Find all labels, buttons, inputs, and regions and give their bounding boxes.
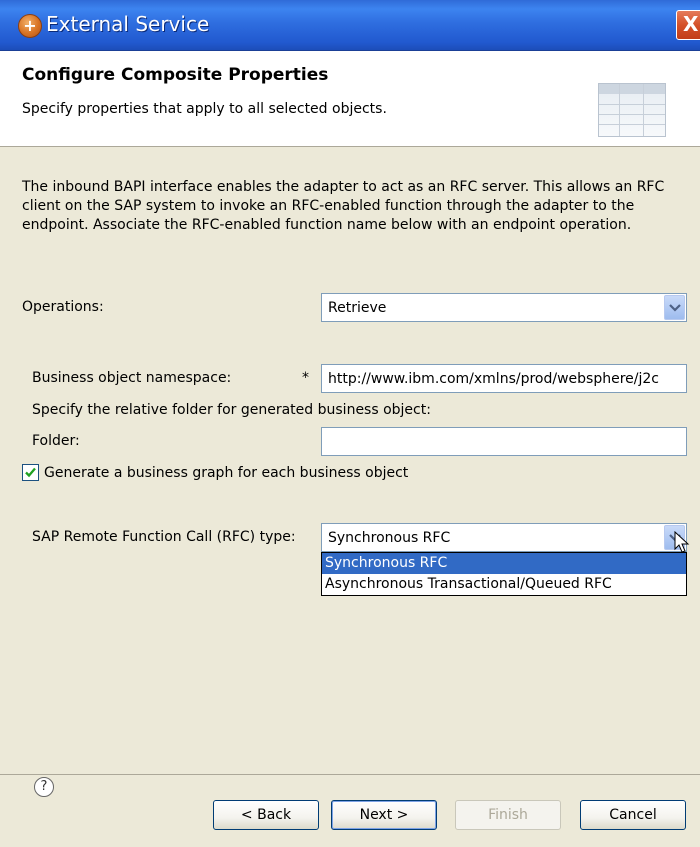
namespace-field[interactable]: http://www.ibm.com/xmlns/prod/websphere/… [321, 364, 687, 393]
business-graph-checkbox[interactable] [22, 464, 39, 481]
help-icon[interactable]: ? [34, 777, 54, 797]
table-graphic-icon [598, 83, 666, 137]
rfc-type-value: Synchronous RFC [328, 530, 451, 546]
operations-label: Operations: [22, 299, 104, 315]
folder-label: Folder: [32, 433, 80, 449]
page-title: Configure Composite Properties [22, 65, 329, 85]
next-button[interactable]: Next > [331, 800, 437, 830]
mouse-cursor-icon [674, 531, 690, 553]
folder-field[interactable] [321, 427, 687, 456]
back-button[interactable]: < Back [213, 800, 319, 830]
cancel-button[interactable]: Cancel [580, 800, 686, 830]
header-banner: Configure Composite Properties Specify p… [0, 51, 700, 147]
folder-hint: Specify the relative folder for generate… [32, 402, 431, 418]
close-button[interactable]: X [676, 10, 700, 40]
rfc-type-label: SAP Remote Function Call (RFC) type: [32, 529, 296, 545]
operations-value: Retrieve [328, 300, 387, 316]
intro-text: The inbound BAPI interface enables the a… [22, 179, 665, 233]
required-marker: * [302, 370, 309, 386]
business-graph-label[interactable]: Generate a business graph for each busin… [44, 465, 408, 481]
chevron-down-icon[interactable] [664, 295, 685, 320]
footer-divider [0, 774, 700, 775]
app-icon: + [18, 14, 42, 38]
operations-combo[interactable]: Retrieve [321, 293, 687, 322]
title-bar[interactable]: + External Service X [0, 0, 700, 51]
window-title: External Service [46, 12, 210, 36]
checkmark-icon [25, 467, 36, 478]
page-description: Specify properties that apply to all sel… [22, 101, 387, 117]
rfc-option-synchronous[interactable]: Synchronous RFC [322, 553, 686, 574]
rfc-type-dropdown-list[interactable]: Synchronous RFC Asynchronous Transaction… [321, 552, 687, 596]
finish-button[interactable]: Finish [455, 800, 561, 830]
external-service-dialog: + External Service X Configure Composite… [0, 0, 700, 847]
rfc-option-asynchronous[interactable]: Asynchronous Transactional/Queued RFC [322, 574, 686, 595]
namespace-label: Business object namespace: [32, 370, 232, 386]
rfc-type-combo[interactable]: Synchronous RFC [321, 523, 687, 552]
